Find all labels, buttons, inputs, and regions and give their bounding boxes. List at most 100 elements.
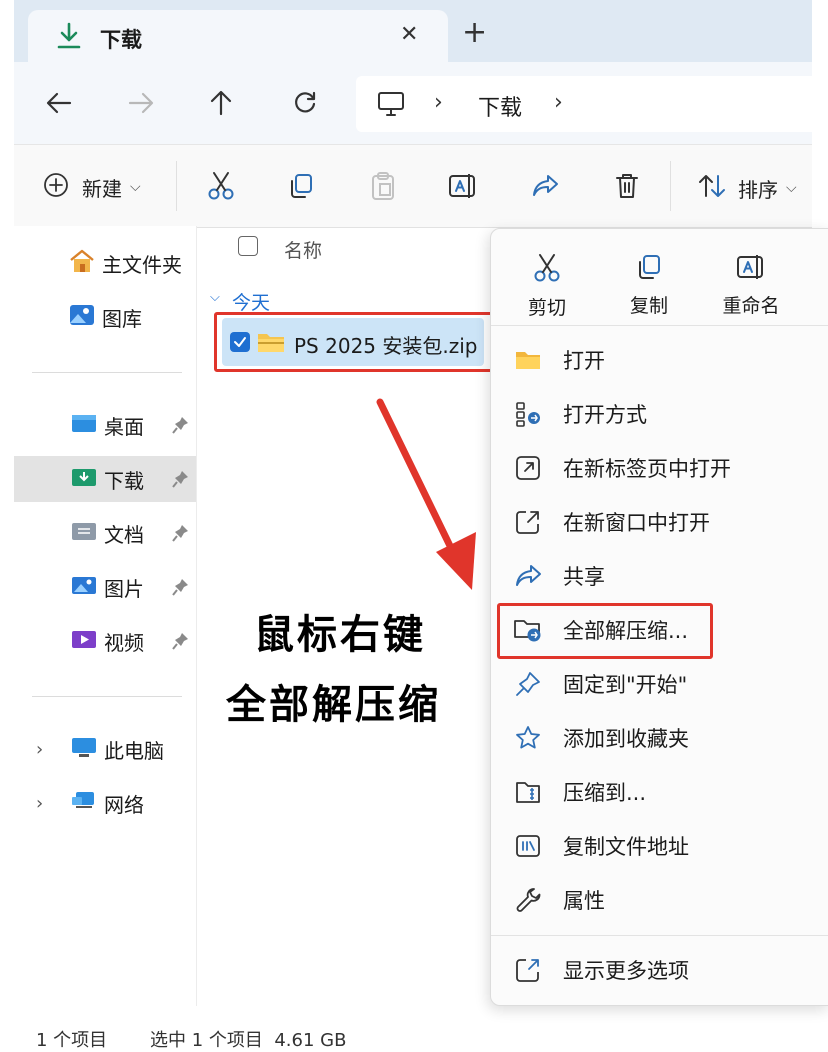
more-options-icon (509, 955, 547, 985)
sidebar-item-videos[interactable]: 视频 (14, 618, 196, 664)
new-button[interactable]: 新建 ⌵ (42, 171, 141, 203)
tab-downloads[interactable]: 下载 ✕ (28, 10, 448, 64)
back-icon[interactable] (44, 88, 74, 118)
menu-item-open-with[interactable]: 打开方式 (497, 391, 823, 437)
new-tab-button[interactable]: + (462, 18, 487, 48)
computer-icon (376, 90, 406, 122)
pin-icon[interactable] (172, 577, 190, 601)
sort-button[interactable]: 排序 ⌵ (698, 173, 797, 203)
sidebar-item-desktop[interactable]: 桌面 (14, 402, 196, 448)
desktop-folder-icon (70, 411, 98, 439)
close-tab-icon[interactable]: ✕ (400, 22, 418, 47)
group-collapse-icon[interactable]: ⌵ (210, 290, 220, 305)
sidebar-item-home[interactable]: 主文件夹 (14, 240, 196, 286)
context-cut-button[interactable]: 剪切 (499, 239, 595, 325)
menu-item-more-options[interactable]: 显示更多选项 (497, 947, 823, 993)
menu-item-add-favorites[interactable]: 添加到收藏夹 (497, 715, 823, 761)
sidebar-item-network[interactable]: › 网络 (14, 780, 196, 826)
copy-icon[interactable] (284, 169, 318, 203)
sidebar-item-downloads[interactable]: 下载 (14, 456, 196, 502)
open-with-icon (509, 399, 547, 429)
chevron-right-icon[interactable]: › (36, 739, 70, 760)
sidebar-item-label: 此电脑 (104, 738, 164, 763)
paste-icon[interactable] (366, 169, 400, 203)
sidebar-item-label: 视频 (104, 630, 144, 655)
toolbar-divider (176, 161, 177, 211)
context-menu: 剪切 复制 重命名 打开 打开方式 在新标签页中打开 在新窗口中打开 共享 全部… (490, 228, 828, 1006)
menu-item-pin-to-start[interactable]: 固定到"开始" (497, 661, 823, 707)
videos-folder-icon (70, 627, 98, 655)
menu-item-open[interactable]: 打开 (497, 337, 823, 383)
sidebar-item-gallery[interactable]: 图库 (14, 294, 196, 340)
menu-item-label: 在新标签页中打开 (563, 457, 731, 481)
navigation-bar: › 下载 › (14, 62, 812, 144)
sort-button-label: 排序 (738, 177, 778, 202)
group-label-today: 今天 (232, 292, 271, 314)
select-all-checkbox[interactable] (238, 236, 258, 256)
new-button-label: 新建 (82, 176, 122, 201)
sidebar-item-label: 文档 (104, 522, 144, 547)
new-window-icon (509, 507, 547, 537)
menu-item-share[interactable]: 共享 (497, 553, 823, 599)
sidebar-item-label: 桌面 (104, 414, 144, 439)
computer-icon (70, 735, 98, 763)
annotation-text-line1: 鼠标右键 (254, 612, 426, 658)
pin-icon[interactable] (172, 523, 190, 547)
menu-item-properties[interactable]: 属性 (497, 877, 823, 923)
status-bar: 1 个项目 选中 1 个项目 4.61 GB (14, 1016, 812, 1052)
delete-icon[interactable] (610, 169, 644, 203)
context-cut-label: 剪切 (527, 297, 566, 319)
refresh-icon[interactable] (290, 88, 320, 118)
download-icon (56, 22, 82, 54)
address-bar[interactable]: › 下载 › (356, 76, 812, 132)
sidebar-item-this-pc[interactable]: › 此电脑 (14, 726, 196, 772)
command-bar: 新建 ⌵ 排序 ⌵ (14, 144, 812, 228)
sidebar-item-pictures[interactable]: 图片 (14, 564, 196, 610)
column-header-name[interactable]: 名称 (284, 236, 322, 263)
menu-divider (491, 325, 828, 326)
extract-all-highlight-box (497, 603, 713, 659)
context-copy-label: 复制 (629, 295, 668, 317)
breadcrumb-downloads[interactable]: 下载 (478, 90, 522, 122)
menu-item-label: 共享 (563, 565, 605, 589)
compress-icon (509, 777, 547, 807)
chevron-down-icon: ⌵ (130, 179, 141, 195)
sidebar-item-label: 图库 (102, 306, 142, 331)
pin-icon[interactable] (172, 415, 190, 439)
share-icon (509, 561, 547, 591)
menu-item-label: 固定到"开始" (563, 673, 688, 697)
breadcrumb-chevron-icon[interactable]: › (554, 90, 563, 115)
sidebar-item-label: 主文件夹 (102, 252, 182, 277)
up-icon[interactable] (206, 88, 236, 118)
sidebar-item-label: 下载 (104, 468, 144, 493)
sort-icon (698, 173, 726, 203)
menu-item-label: 添加到收藏夹 (563, 727, 689, 751)
sidebar-item-documents[interactable]: 文档 (14, 510, 196, 556)
rename-icon (736, 253, 766, 285)
menu-item-compress-to[interactable]: 压缩到... (497, 769, 823, 815)
wrench-icon (509, 885, 547, 915)
forward-icon[interactable] (126, 88, 156, 118)
share-icon[interactable] (528, 169, 562, 203)
menu-item-label: 显示更多选项 (563, 959, 689, 983)
breadcrumb-chevron-icon: › (434, 90, 443, 115)
pin-icon[interactable] (172, 469, 190, 493)
pin-icon[interactable] (172, 631, 190, 655)
menu-item-label: 打开方式 (563, 403, 647, 427)
menu-item-label: 压缩到... (563, 781, 647, 805)
item-count: 1 个项目 (36, 1030, 108, 1051)
new-tab-icon (509, 453, 547, 483)
menu-item-label: 复制文件地址 (563, 835, 689, 859)
menu-item-label: 在新窗口中打开 (563, 511, 710, 535)
annotation-text-line2: 全部解压缩 (226, 682, 441, 728)
cut-icon[interactable] (204, 169, 238, 203)
rename-icon[interactable] (446, 169, 480, 203)
menu-item-open-new-tab[interactable]: 在新标签页中打开 (497, 445, 823, 491)
context-copy-button[interactable]: 复制 (601, 239, 697, 325)
chevron-right-icon[interactable]: › (36, 793, 70, 814)
menu-item-open-new-window[interactable]: 在新窗口中打开 (497, 499, 823, 545)
copy-path-icon (509, 831, 547, 861)
network-icon (70, 789, 98, 817)
menu-item-copy-path[interactable]: 复制文件地址 (497, 823, 823, 869)
context-rename-button[interactable]: 重命名 (703, 239, 799, 325)
